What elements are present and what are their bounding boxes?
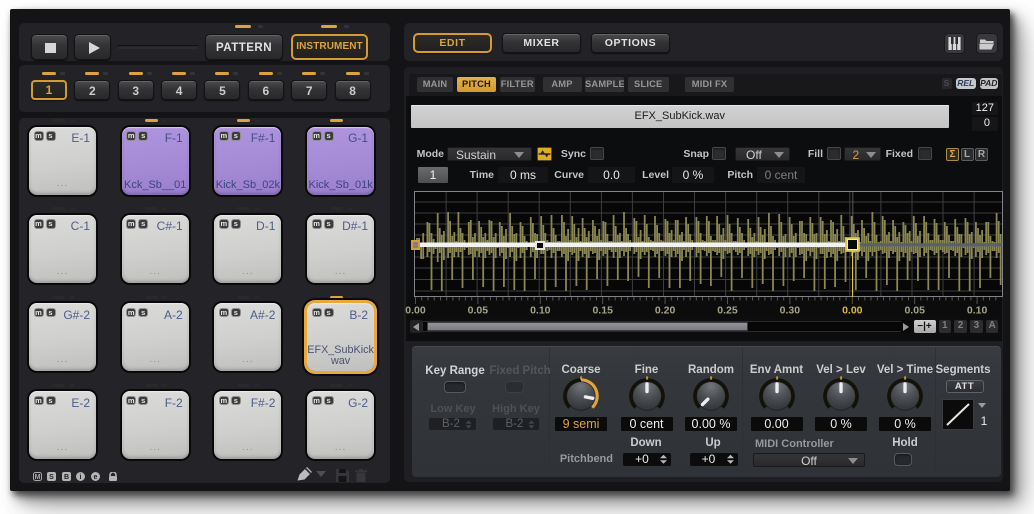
svg-text:B: B	[64, 474, 69, 481]
svg-text:0.15: 0.15	[592, 305, 613, 317]
svg-text:0.00: 0.00	[405, 305, 426, 317]
svg-text:M: M	[35, 474, 41, 481]
svg-text:0.05: 0.05	[468, 305, 489, 317]
svg-text:0.10: 0.10	[967, 305, 988, 317]
svg-text:0.10: 0.10	[530, 305, 551, 317]
svg-text:0.30: 0.30	[780, 305, 801, 317]
svg-text:0.20: 0.20	[655, 305, 676, 317]
svg-text:e: e	[93, 474, 97, 481]
svg-text:i: i	[80, 474, 82, 481]
svg-text:0.25: 0.25	[717, 305, 738, 317]
svg-text:0.05: 0.05	[904, 305, 925, 317]
svg-text:0.00: 0.00	[842, 305, 863, 317]
svg-text:S: S	[49, 474, 54, 481]
